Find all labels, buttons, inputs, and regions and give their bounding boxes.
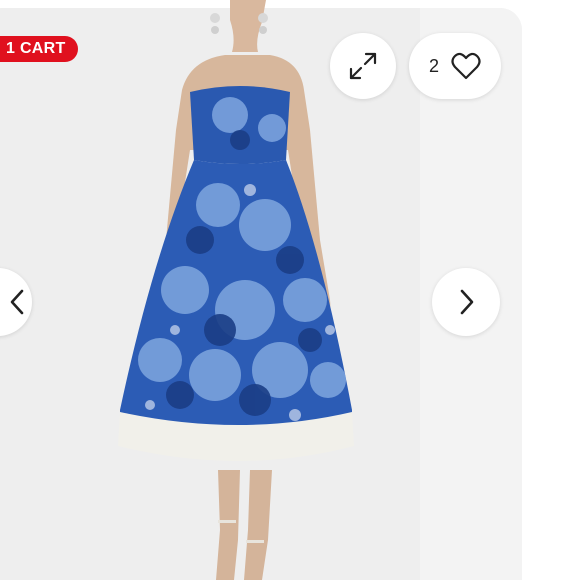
- chevron-left-icon: [10, 289, 24, 315]
- chevron-right-icon: [460, 289, 474, 315]
- favorite-button[interactable]: 2: [409, 33, 501, 99]
- cart-status-badge: 1 CART: [0, 36, 78, 62]
- expand-image-button[interactable]: [330, 33, 396, 99]
- favorite-count: 2: [428, 55, 439, 76]
- heart-outline-icon: [451, 52, 481, 80]
- product-image-gallery: 1 CART 2: [0, 0, 580, 580]
- product-photo-dress: [118, 0, 354, 580]
- expand-arrows-icon: [349, 52, 377, 80]
- next-image-button[interactable]: [432, 268, 500, 336]
